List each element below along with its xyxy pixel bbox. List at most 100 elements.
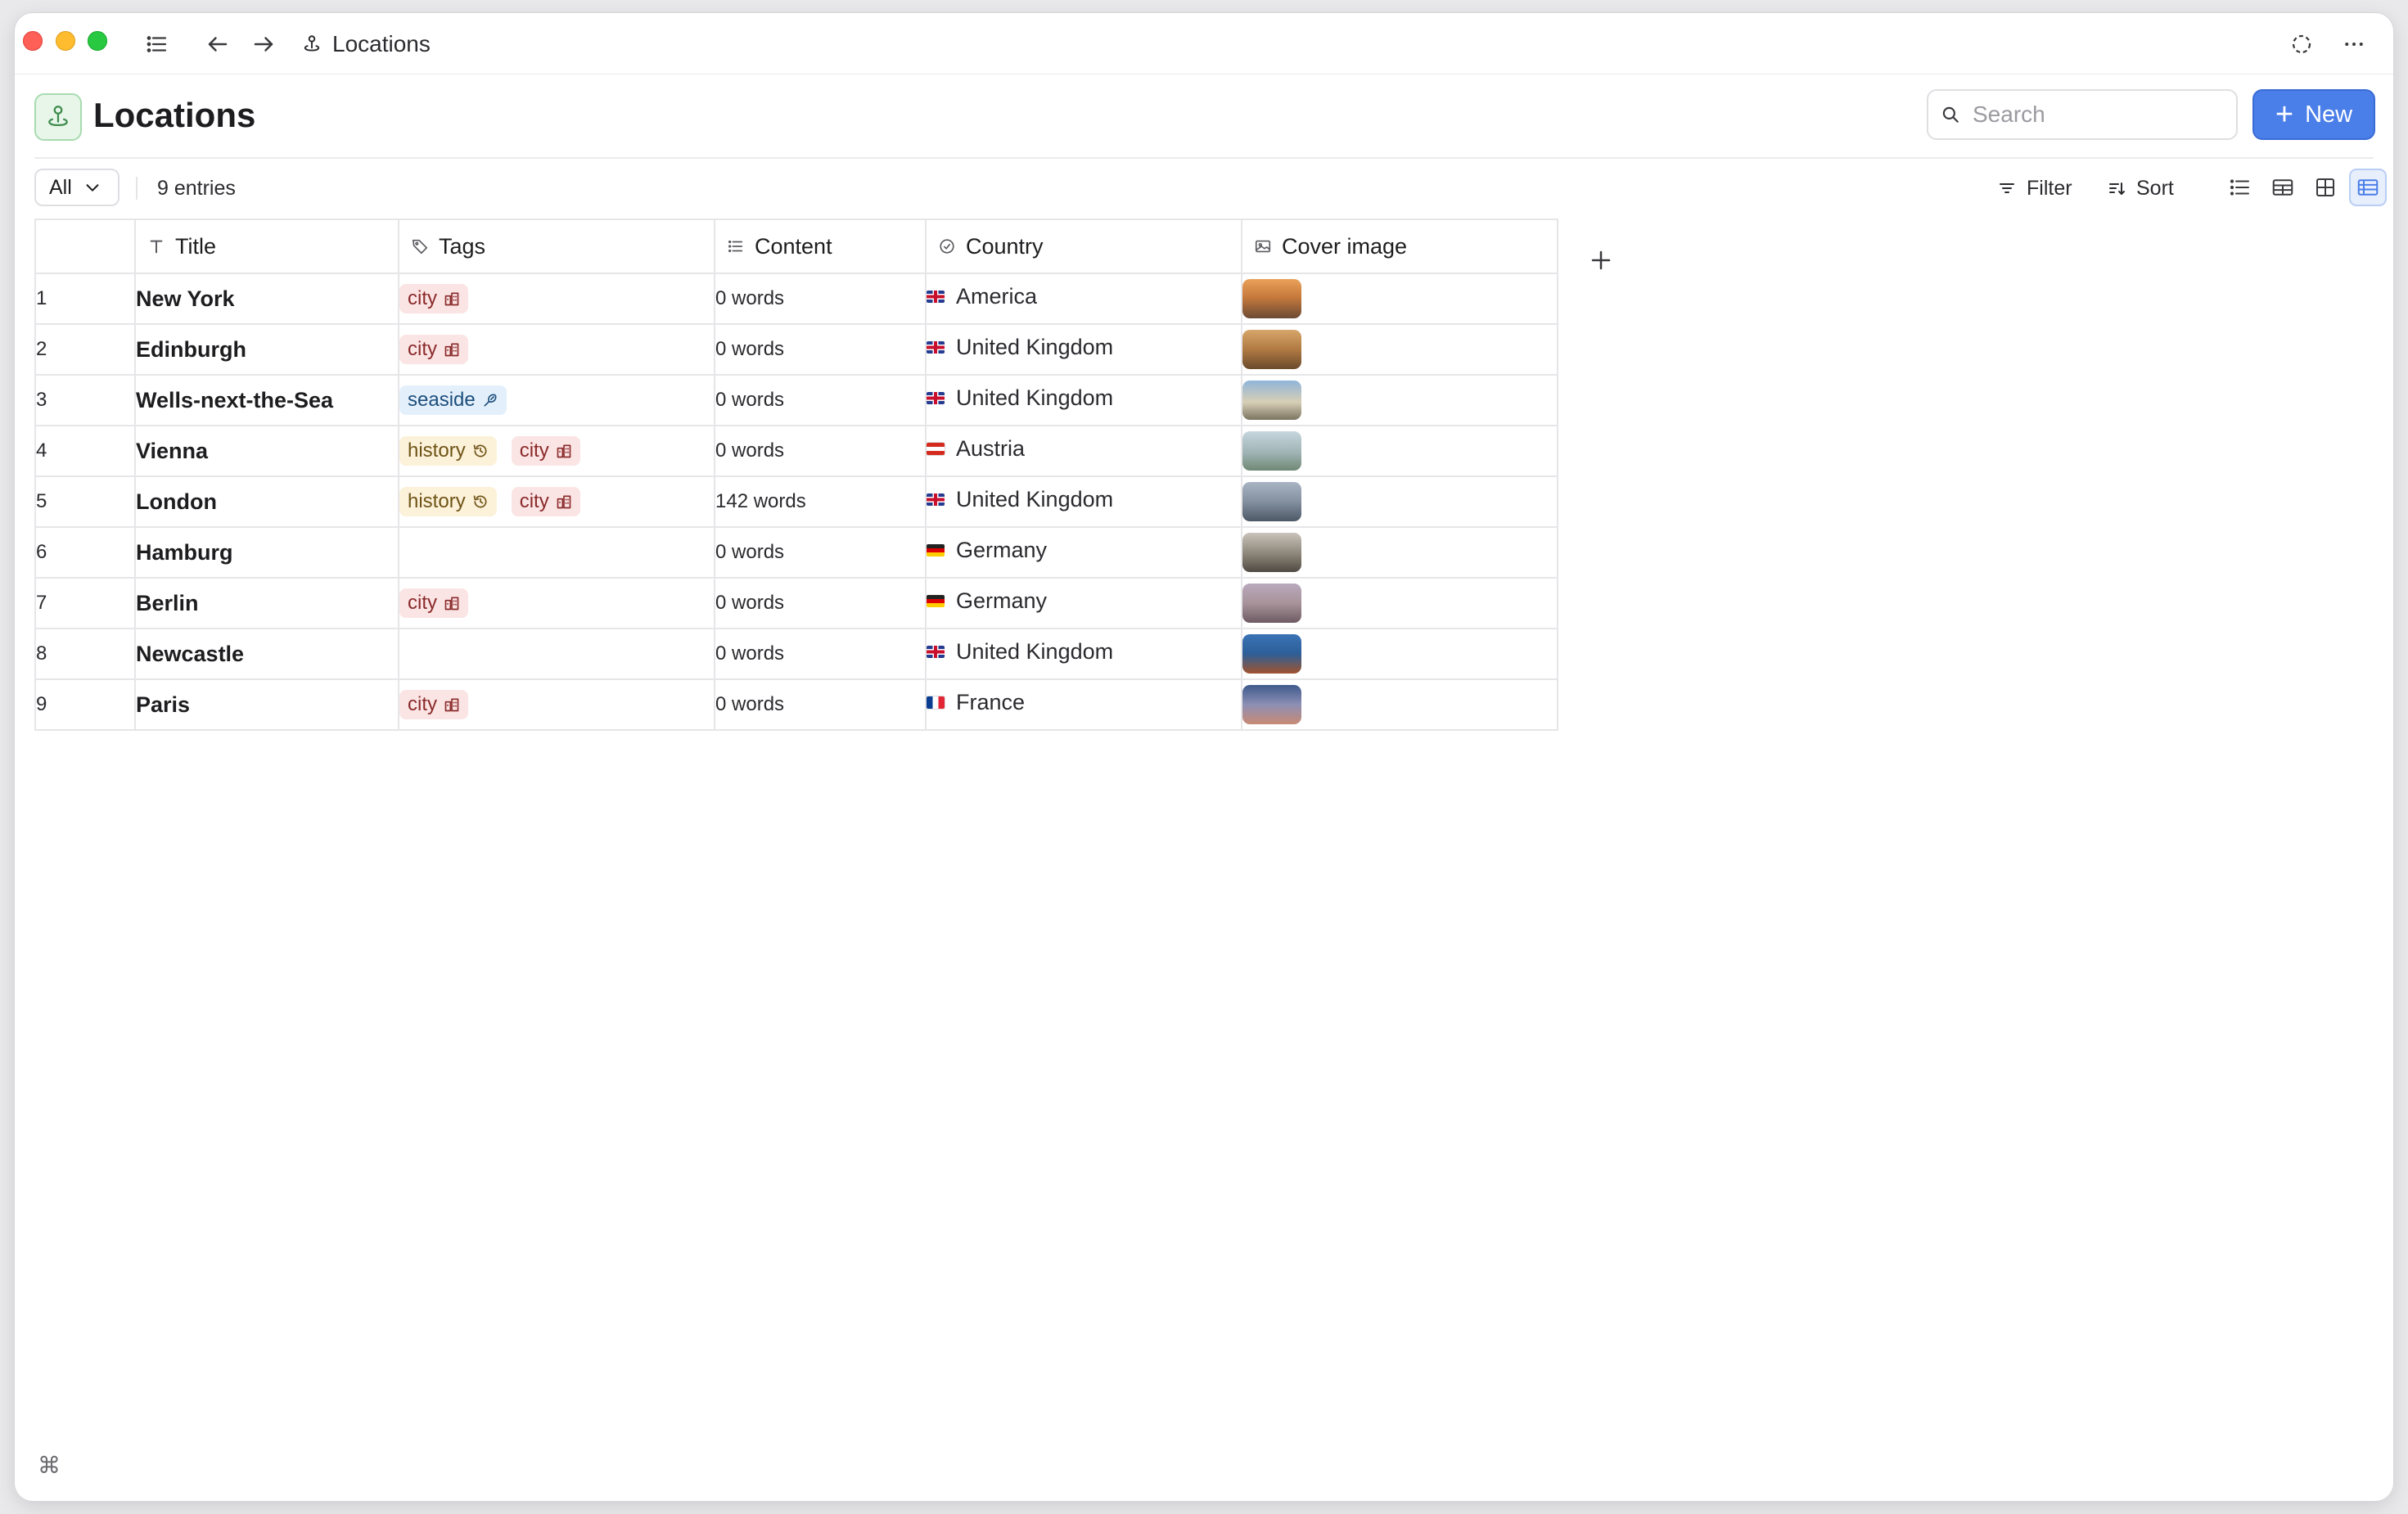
tag-history[interactable]: history (399, 487, 497, 516)
content-cell[interactable]: 0 words (714, 678, 927, 731)
title-cell[interactable]: Edinburgh (134, 323, 399, 376)
search-box[interactable] (1927, 89, 2238, 140)
country-cell[interactable]: United Kingdom (925, 323, 1242, 376)
tag-city[interactable]: city (511, 487, 580, 516)
tag-city[interactable]: city (399, 588, 468, 618)
title-cell[interactable]: Paris (134, 678, 399, 731)
sidebar-toggle-icon[interactable] (141, 28, 174, 61)
table-view-icon[interactable] (2349, 169, 2387, 206)
content-cell[interactable]: 142 words (714, 475, 927, 528)
sync-status-icon[interactable] (2285, 28, 2318, 61)
header-tags[interactable]: Tags (398, 219, 715, 274)
cover-image-cell[interactable] (1241, 374, 1558, 426)
table-row[interactable]: 8 Newcastle 0 words United Kingdom (34, 628, 1558, 680)
title-cell[interactable]: Newcastle (134, 628, 399, 680)
country-cell[interactable]: France (925, 678, 1242, 731)
header-title[interactable]: Title (134, 219, 399, 274)
table-row[interactable]: 5 London history city 142 words United Kingdo… (34, 475, 1558, 528)
content-cell[interactable]: 0 words (714, 374, 927, 426)
tag-seaside[interactable]: seaside (399, 385, 507, 415)
title-cell[interactable]: Vienna (134, 425, 399, 477)
buildings-icon (444, 597, 459, 611)
tag-city[interactable]: city (399, 690, 468, 719)
content-cell[interactable]: 0 words (714, 425, 927, 477)
sort-button[interactable]: Sort (2107, 175, 2174, 201)
cover-image-cell[interactable] (1241, 323, 1558, 376)
entries-table: Title Tags Content Country Cover image 1… (34, 219, 1558, 731)
title-bar: Locations (15, 13, 2393, 74)
table-row[interactable]: 3 Wells-next-the-Sea seaside 0 words United … (34, 374, 1558, 426)
minimize-window-button[interactable] (56, 31, 75, 51)
zoom-window-button[interactable] (88, 31, 107, 51)
view-select[interactable]: All (34, 169, 119, 206)
gallery-view-icon[interactable] (2307, 169, 2344, 206)
content-cell[interactable]: 0 words (714, 323, 927, 376)
title-cell[interactable]: London (134, 475, 399, 528)
tags-cell[interactable]: seaside (398, 374, 715, 426)
tags-cell[interactable]: history city (398, 425, 715, 477)
tags-cell[interactable]: city (398, 678, 715, 731)
tags-cell[interactable]: history city (398, 475, 715, 528)
search-input[interactable] (1971, 101, 2220, 128)
cover-image-cell[interactable] (1241, 577, 1558, 629)
tag-history[interactable]: history (399, 436, 497, 466)
tags-cell[interactable] (398, 628, 715, 680)
cover-image-cell[interactable] (1241, 475, 1558, 528)
table-row[interactable]: 4 Vienna history city 0 words Austria (34, 425, 1558, 477)
tags-cell[interactable]: city (398, 273, 715, 325)
table-row[interactable]: 6 Hamburg 0 words Germany (34, 526, 1558, 579)
row-number: 2 (34, 323, 136, 376)
plus-icon: + (2275, 97, 2294, 132)
content-cell[interactable]: 0 words (714, 577, 927, 629)
country-cell[interactable]: United Kingdom (925, 628, 1242, 680)
table-row[interactable]: 7 Berlin city 0 words Germany (34, 577, 1558, 629)
cover-thumbnail (1242, 431, 1301, 471)
new-entry-button[interactable]: + New (2252, 89, 2375, 140)
country-cell[interactable]: Austria (925, 425, 1242, 477)
list-view-icon[interactable] (2221, 169, 2259, 206)
title-cell[interactable]: Hamburg (134, 526, 399, 579)
country-cell[interactable]: America (925, 273, 1242, 325)
close-window-button[interactable] (23, 31, 43, 51)
header-cover-image[interactable]: Cover image (1241, 219, 1558, 274)
header-content[interactable]: Content (714, 219, 927, 274)
title-cell[interactable]: Berlin (134, 577, 399, 629)
cover-image-cell[interactable] (1241, 678, 1558, 731)
cover-image-cell[interactable] (1241, 526, 1558, 579)
flag-icon (927, 290, 945, 303)
country-cell[interactable]: Germany (925, 577, 1242, 629)
tag-city[interactable]: city (511, 436, 580, 466)
list-icon (728, 240, 743, 253)
add-column-icon[interactable] (1585, 244, 1617, 277)
cover-image-cell[interactable] (1241, 273, 1558, 325)
title-cell[interactable]: New York (134, 273, 399, 325)
country-name: Germany (956, 588, 1048, 613)
command-palette-icon[interactable]: ⌘ (38, 1452, 61, 1479)
more-options-icon[interactable] (2338, 28, 2370, 61)
header-country[interactable]: Country (925, 219, 1242, 274)
cover-image-cell[interactable] (1241, 628, 1558, 680)
row-number: 6 (34, 526, 136, 579)
table-row[interactable]: 9 Paris city 0 words France (34, 678, 1558, 731)
title-cell[interactable]: Wells-next-the-Sea (134, 374, 399, 426)
content-cell[interactable]: 0 words (714, 628, 927, 680)
tag-city[interactable]: city (399, 284, 468, 313)
table-row[interactable]: 1 New York city 0 words America (34, 273, 1558, 325)
tag-city[interactable]: city (399, 335, 468, 364)
tags-cell[interactable]: city (398, 577, 715, 629)
country-cell[interactable]: Germany (925, 526, 1242, 579)
tags-cell[interactable]: city (398, 323, 715, 376)
country-cell[interactable]: United Kingdom (925, 374, 1242, 426)
cover-image-cell[interactable] (1241, 425, 1558, 477)
forward-arrow-icon[interactable] (247, 28, 280, 61)
content-cell[interactable]: 0 words (714, 273, 927, 325)
tags-cell[interactable] (398, 526, 715, 579)
location-pin-icon (48, 106, 68, 127)
flag-icon (927, 543, 945, 556)
table-row[interactable]: 2 Edinburgh city 0 words United Kingdom (34, 323, 1558, 376)
back-arrow-icon[interactable] (201, 28, 234, 61)
card-view-icon[interactable] (2264, 169, 2302, 206)
content-cell[interactable]: 0 words (714, 526, 927, 579)
filter-button[interactable]: Filter (1997, 175, 2072, 201)
country-cell[interactable]: United Kingdom (925, 475, 1242, 528)
